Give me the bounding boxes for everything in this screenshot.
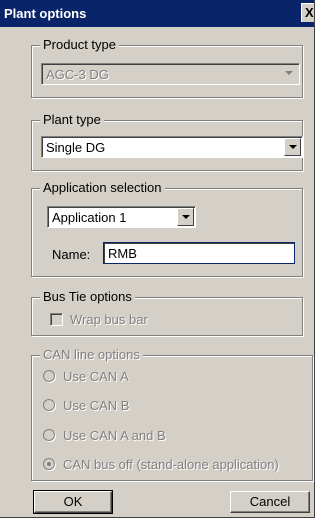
product-type-value: AGC-3 DG xyxy=(46,67,109,82)
use-can-a-and-b-label: Use CAN A and B xyxy=(63,428,166,443)
can-bus-off-label: CAN bus off (stand-alone application) xyxy=(63,457,279,472)
wrap-bus-bar-label: Wrap bus bar xyxy=(70,312,148,327)
wrap-bus-bar-checkbox[interactable] xyxy=(50,313,63,326)
product-type-combo[interactable]: AGC-3 DG xyxy=(41,63,300,85)
application-selection-legend: Application selection xyxy=(40,181,165,195)
use-can-a-radio[interactable] xyxy=(43,370,55,382)
use-can-b-label: Use CAN B xyxy=(63,398,130,413)
use-can-b-radio[interactable] xyxy=(43,399,55,411)
name-input[interactable]: RMB xyxy=(103,242,295,264)
plant-options-dialog: Plant options X Product type AGC-3 DG Pl… xyxy=(0,0,315,518)
cancel-button[interactable]: Cancel xyxy=(230,491,310,513)
use-can-a-label: Use CAN A xyxy=(63,369,129,384)
bus-tie-legend: Bus Tie options xyxy=(40,290,135,304)
product-type-legend: Product type xyxy=(40,38,119,52)
chevron-down-icon xyxy=(281,65,298,83)
can-bus-off-radio[interactable] xyxy=(43,458,55,470)
application-combo[interactable]: Application 1 xyxy=(47,206,196,228)
chevron-down-icon[interactable] xyxy=(177,208,194,226)
chevron-down-icon[interactable] xyxy=(284,138,301,156)
title-bar: Plant options X xyxy=(0,0,314,27)
ok-button[interactable]: OK xyxy=(33,490,113,514)
plant-type-value: Single DG xyxy=(46,140,106,155)
plant-type-combo[interactable]: Single DG xyxy=(41,136,303,158)
name-label: Name: xyxy=(52,247,91,262)
dialog-title: Plant options xyxy=(4,6,87,21)
application-value: Application 1 xyxy=(52,210,127,225)
use-can-a-and-b-radio[interactable] xyxy=(43,429,55,441)
close-button[interactable]: X xyxy=(301,3,314,22)
plant-type-legend: Plant type xyxy=(40,113,104,127)
can-line-legend: CAN line options xyxy=(40,348,143,362)
close-icon: X xyxy=(305,5,314,20)
